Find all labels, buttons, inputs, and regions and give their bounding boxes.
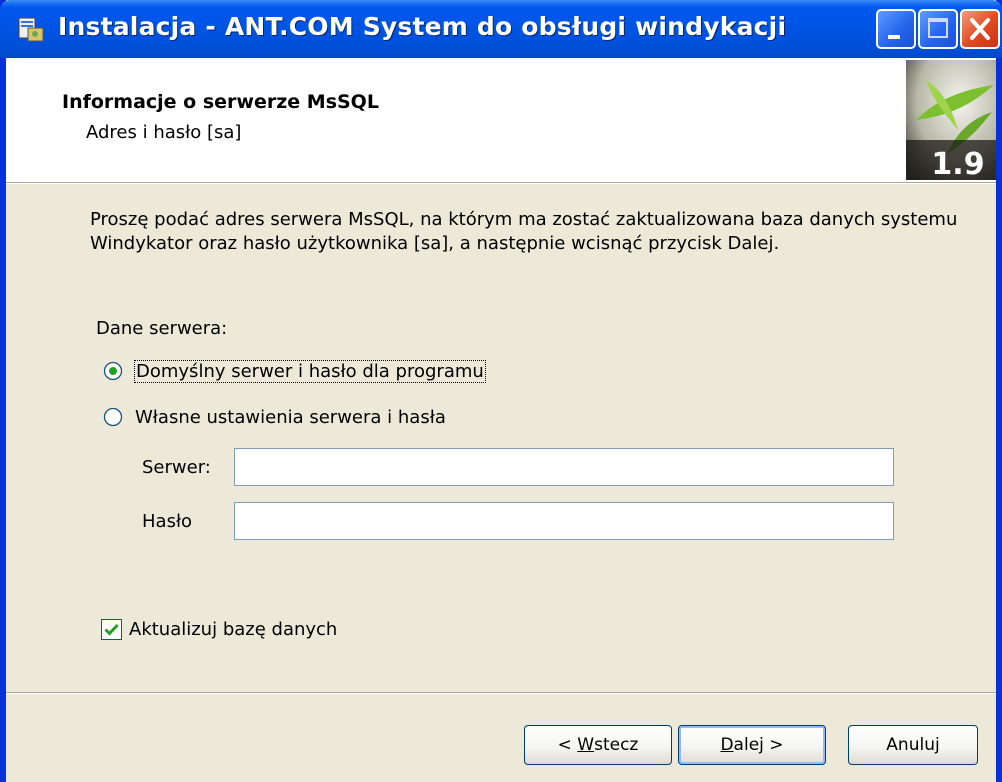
minimize-button[interactable] [876, 9, 916, 49]
close-button[interactable] [960, 9, 1000, 49]
header-divider-highlight [6, 183, 996, 184]
product-logo: 1.9 [906, 60, 996, 180]
radio-custom-server[interactable] [103, 407, 123, 427]
minimize-icon [888, 35, 900, 39]
maximize-button[interactable] [918, 9, 958, 49]
update-database-label[interactable]: Aktualizuj bazę danych [129, 619, 337, 640]
page-subtitle: Adres i hasło [sa] [86, 122, 242, 143]
back-button[interactable]: < Wstecz [524, 725, 672, 765]
footer-divider-highlight [6, 693, 996, 694]
logo-version: 1.9 [931, 147, 984, 180]
back-button-rest: stecz [594, 735, 639, 755]
cancel-button-label: Anuluj [886, 735, 940, 755]
radio-default-server-label[interactable]: Domyślny serwer i hasło dla programu [134, 360, 486, 383]
password-label: Hasło [142, 511, 193, 532]
server-input[interactable] [234, 448, 894, 486]
installer-window: Instalacja - ANT.COM System do obsługi w… [0, 0, 1002, 782]
wizard-header: Informacje o serwerze MsSQL Adres i hasł… [6, 58, 996, 182]
page-title: Informacje o serwerze MsSQL [62, 91, 379, 113]
next-button[interactable]: Dalej > [678, 725, 826, 765]
maximize-icon [928, 18, 948, 38]
radio-default-server[interactable] [103, 361, 123, 381]
back-button-prefix: < [557, 735, 578, 755]
server-label: Serwer: [142, 457, 211, 478]
server-section-label: Dane serwera: [96, 318, 228, 339]
installer-icon [18, 17, 44, 42]
title-bar[interactable]: Instalacja - ANT.COM System do obsługi w… [0, 0, 1002, 58]
password-input[interactable] [234, 502, 894, 540]
window-title: Instalacja - ANT.COM System do obsługi w… [58, 12, 787, 41]
back-button-hotkey: W [577, 735, 595, 755]
next-button-hotkey: D [720, 735, 734, 755]
update-database-checkbox[interactable] [101, 619, 122, 640]
radio-custom-server-label[interactable]: Własne ustawienia serwera i hasła [135, 407, 446, 428]
instructions-text: Proszę podać adres serwera MsSQL, na któ… [90, 209, 958, 254]
cancel-button[interactable]: Anuluj [848, 725, 978, 765]
close-icon [970, 18, 990, 40]
next-button-rest: alej > [733, 735, 784, 755]
